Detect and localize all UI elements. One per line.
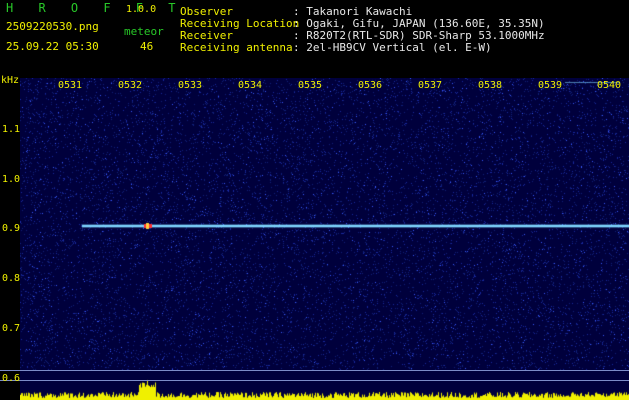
x-tick-label: 0538 bbox=[478, 80, 503, 91]
x-tick-label: 0537 bbox=[418, 80, 443, 91]
y-tick-label: 0.6 bbox=[2, 373, 21, 384]
meteor-count: 46 bbox=[140, 40, 154, 53]
meteor-label: meteor bbox=[124, 25, 164, 38]
x-tick-label: 0531 bbox=[58, 80, 83, 91]
header-panel: H R O F F T 1.0.0 2509220530.png meteor … bbox=[0, 0, 629, 74]
x-tick-label: 0534 bbox=[238, 80, 263, 91]
spectrogram-plot bbox=[20, 78, 629, 400]
x-tick-label: 0532 bbox=[118, 80, 143, 91]
filename: 2509220530.png bbox=[6, 20, 99, 33]
y-tick-label: 0.7 bbox=[2, 323, 21, 334]
datetime: 25.09.22 05:30 bbox=[6, 40, 99, 53]
app-title: H R O F F T bbox=[6, 1, 185, 15]
y-tick-label: 0.8 bbox=[2, 273, 21, 284]
antenna-value: : 2el-HB9CV Vertical (el. E-W) bbox=[293, 41, 492, 54]
x-tick-label: 0533 bbox=[178, 80, 203, 91]
histogram-divider bbox=[0, 370, 629, 371]
x-tick-label: 0535 bbox=[298, 80, 323, 91]
histogram-divider bbox=[0, 380, 629, 381]
y-tick-label: 0.9 bbox=[2, 223, 21, 234]
y-axis-unit: kHz bbox=[1, 75, 20, 86]
y-tick-label: 1.1 bbox=[2, 124, 21, 135]
app-version: 1.0.0 bbox=[126, 4, 157, 15]
x-tick-label: 0539 bbox=[538, 80, 563, 91]
x-tick-label: 0540 bbox=[597, 80, 622, 91]
y-tick-label: 1.0 bbox=[2, 174, 21, 185]
x-tick-label: 0536 bbox=[358, 80, 383, 91]
antenna-label: Receiving antenna bbox=[180, 41, 293, 54]
